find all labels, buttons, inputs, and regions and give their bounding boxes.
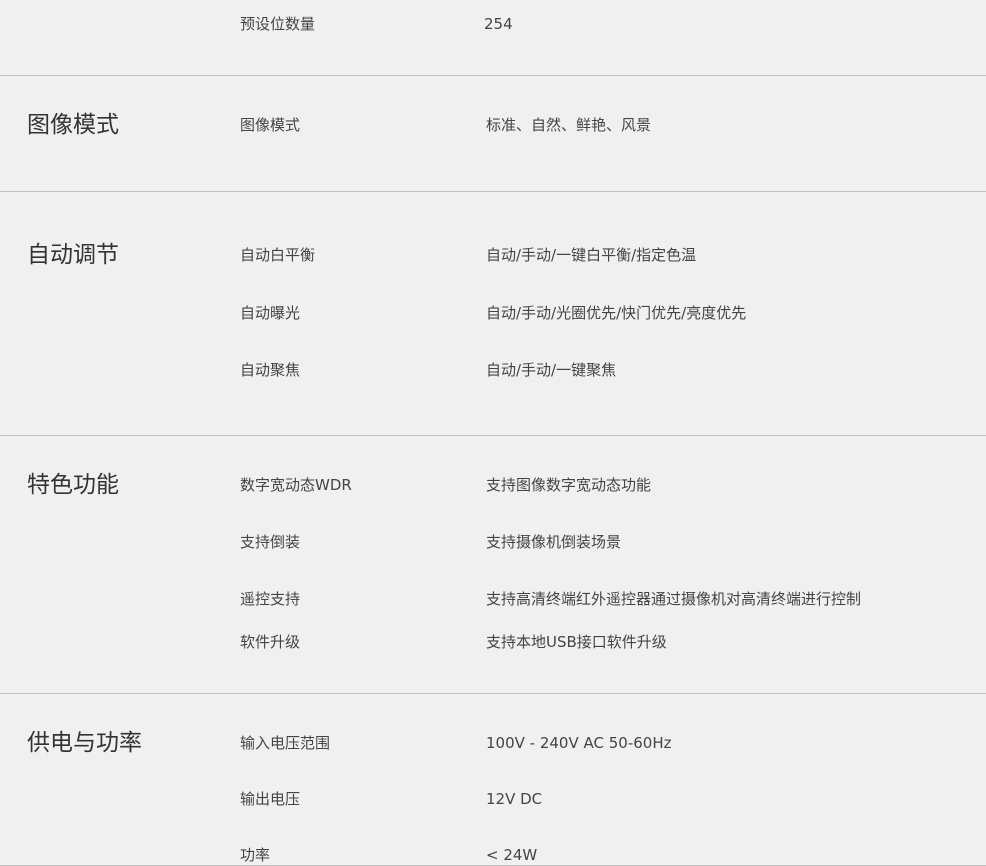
- spec-label: 软件升级: [240, 633, 301, 651]
- spec-value: 自动/手动/一键白平衡/指定色温: [486, 246, 697, 264]
- spec-value: 支持图像数字宽动态功能: [486, 476, 652, 494]
- section-divider: [0, 191, 986, 192]
- section-title: 特色功能: [27, 472, 119, 498]
- spec-label: 自动白平衡: [240, 246, 316, 264]
- spec-label: 图像模式: [240, 116, 301, 134]
- spec-label: 自动曝光: [240, 304, 301, 322]
- spec-value: < 24W: [486, 846, 538, 864]
- spec-value: 标准、自然、鲜艳、风景: [486, 116, 652, 134]
- spec-label: 支持倒装: [240, 533, 301, 551]
- spec-value: 254: [484, 15, 513, 33]
- spec-value: 支持本地USB接口软件升级: [486, 633, 667, 651]
- spec-label: 预设位数量: [240, 15, 316, 33]
- spec-label: 数字宽动态WDR: [240, 476, 352, 494]
- section-divider: [0, 693, 986, 694]
- spec-label: 功率: [240, 846, 271, 864]
- section-divider: [0, 435, 986, 436]
- section-title: 图像模式: [27, 112, 119, 138]
- section-divider: [0, 75, 986, 76]
- section-title: 供电与功率: [27, 730, 142, 756]
- spec-value: 12V DC: [486, 790, 543, 808]
- spec-value: 支持摄像机倒装场景: [486, 533, 622, 551]
- spec-label: 自动聚焦: [240, 361, 301, 379]
- section-title: 自动调节: [27, 242, 119, 268]
- spec-label: 输出电压: [240, 790, 301, 808]
- spec-value: 支持高清终端红外遥控器通过摄像机对高清终端进行控制: [486, 590, 862, 608]
- spec-value: 100V - 240V AC 50-60Hz: [486, 734, 672, 752]
- spec-label: 遥控支持: [240, 590, 301, 608]
- spec-value: 自动/手动/光圈优先/快门优先/亮度优先: [486, 304, 747, 322]
- spec-label: 输入电压范围: [240, 734, 331, 752]
- spec-value: 自动/手动/一键聚焦: [486, 361, 617, 379]
